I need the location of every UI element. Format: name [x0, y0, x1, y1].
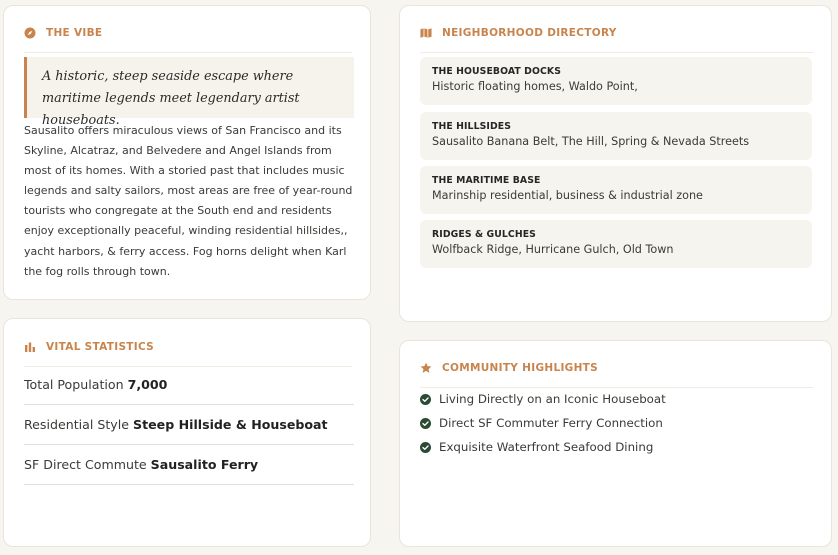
- neighborhood-desc: Historic floating homes, Waldo Point,: [432, 80, 638, 93]
- neighborhood-name: RIDGES & GULCHES: [432, 229, 536, 240]
- bar-chart-icon: [24, 341, 36, 353]
- stat-label: Residential Style: [24, 417, 130, 432]
- highlight-item: Living Directly on an Iconic Houseboat: [420, 389, 666, 409]
- highlight-item: Exquisite Waterfront Seafood Dining: [420, 437, 653, 457]
- neighborhood-item: THE HILLSIDES Sausalito Banana Belt, The…: [420, 112, 812, 160]
- neighborhood-name: THE MARITIME BASE: [432, 175, 541, 186]
- check-circle-icon: [420, 393, 431, 405]
- neighborhood-desc: Sausalito Banana Belt, The Hill, Spring …: [432, 135, 750, 148]
- check-circle-icon: [420, 441, 431, 453]
- highlight-text: Exquisite Waterfront Seafood Dining: [439, 440, 654, 454]
- stats-header: Vital Statistics: [24, 327, 352, 367]
- highlights-card: Community Highlights Living Directly on …: [399, 340, 832, 547]
- stat-row-residential-style: Residential Style Steep Hillside & House…: [24, 405, 354, 445]
- neighborhood-name: THE HILLSIDES: [432, 121, 512, 132]
- directory-header: Neighborhood Directory: [420, 13, 813, 53]
- neighborhood-name: THE HOUSEBOAT DOCKS: [432, 66, 562, 77]
- stat-value: Steep Hillside & Houseboat: [133, 417, 328, 432]
- stats-card: Vital Statistics Total Population 7,000 …: [3, 318, 371, 547]
- highlight-text: Living Directly on an Iconic Houseboat: [439, 392, 666, 406]
- neighborhood-item: THE HOUSEBOAT DOCKS Historic floating ho…: [420, 57, 812, 105]
- vibe-header: The Vibe: [24, 13, 352, 53]
- directory-card: Neighborhood Directory THE HOUSEBOAT DOC…: [399, 5, 832, 322]
- stat-row-commute: SF Direct Commute Sausalito Ferry: [24, 445, 354, 485]
- neighborhood-item: RIDGES & GULCHES Wolfback Ridge, Hurrica…: [420, 220, 812, 268]
- vibe-title: The Vibe: [46, 26, 103, 39]
- check-circle-icon: [420, 417, 431, 429]
- vibe-quote: A historic, steep seaside escape where m…: [24, 57, 354, 128]
- neighborhood-desc: Marinship residential, business & indust…: [432, 189, 703, 202]
- directory-title: Neighborhood Directory: [442, 26, 617, 39]
- vibe-description: Sausalito offers miraculous views of San…: [24, 124, 353, 278]
- stats-title: Vital Statistics: [46, 340, 155, 353]
- neighborhood-desc: Wolfback Ridge, Hurricane Gulch, Old Tow…: [432, 243, 674, 256]
- highlights-title: Community Highlights: [442, 361, 598, 374]
- highlight-text: Direct SF Commuter Ferry Connection: [439, 416, 663, 430]
- stat-value: Sausalito Ferry: [150, 457, 259, 472]
- star-icon: [420, 362, 432, 374]
- stat-label: SF Direct Commute: [24, 457, 147, 472]
- highlight-item: Direct SF Commuter Ferry Connection: [420, 413, 663, 433]
- stat-label: Total Population: [24, 377, 124, 392]
- stat-row-population: Total Population 7,000: [24, 365, 354, 405]
- highlights-header: Community Highlights: [420, 348, 813, 388]
- neighborhood-item: THE MARITIME BASE Marinship residential,…: [420, 166, 812, 214]
- map-icon: [420, 27, 432, 39]
- compass-icon: [24, 27, 36, 39]
- stat-value: 7,000: [127, 377, 168, 392]
- vibe-card: The Vibe A historic, steep seaside escap…: [3, 5, 371, 300]
